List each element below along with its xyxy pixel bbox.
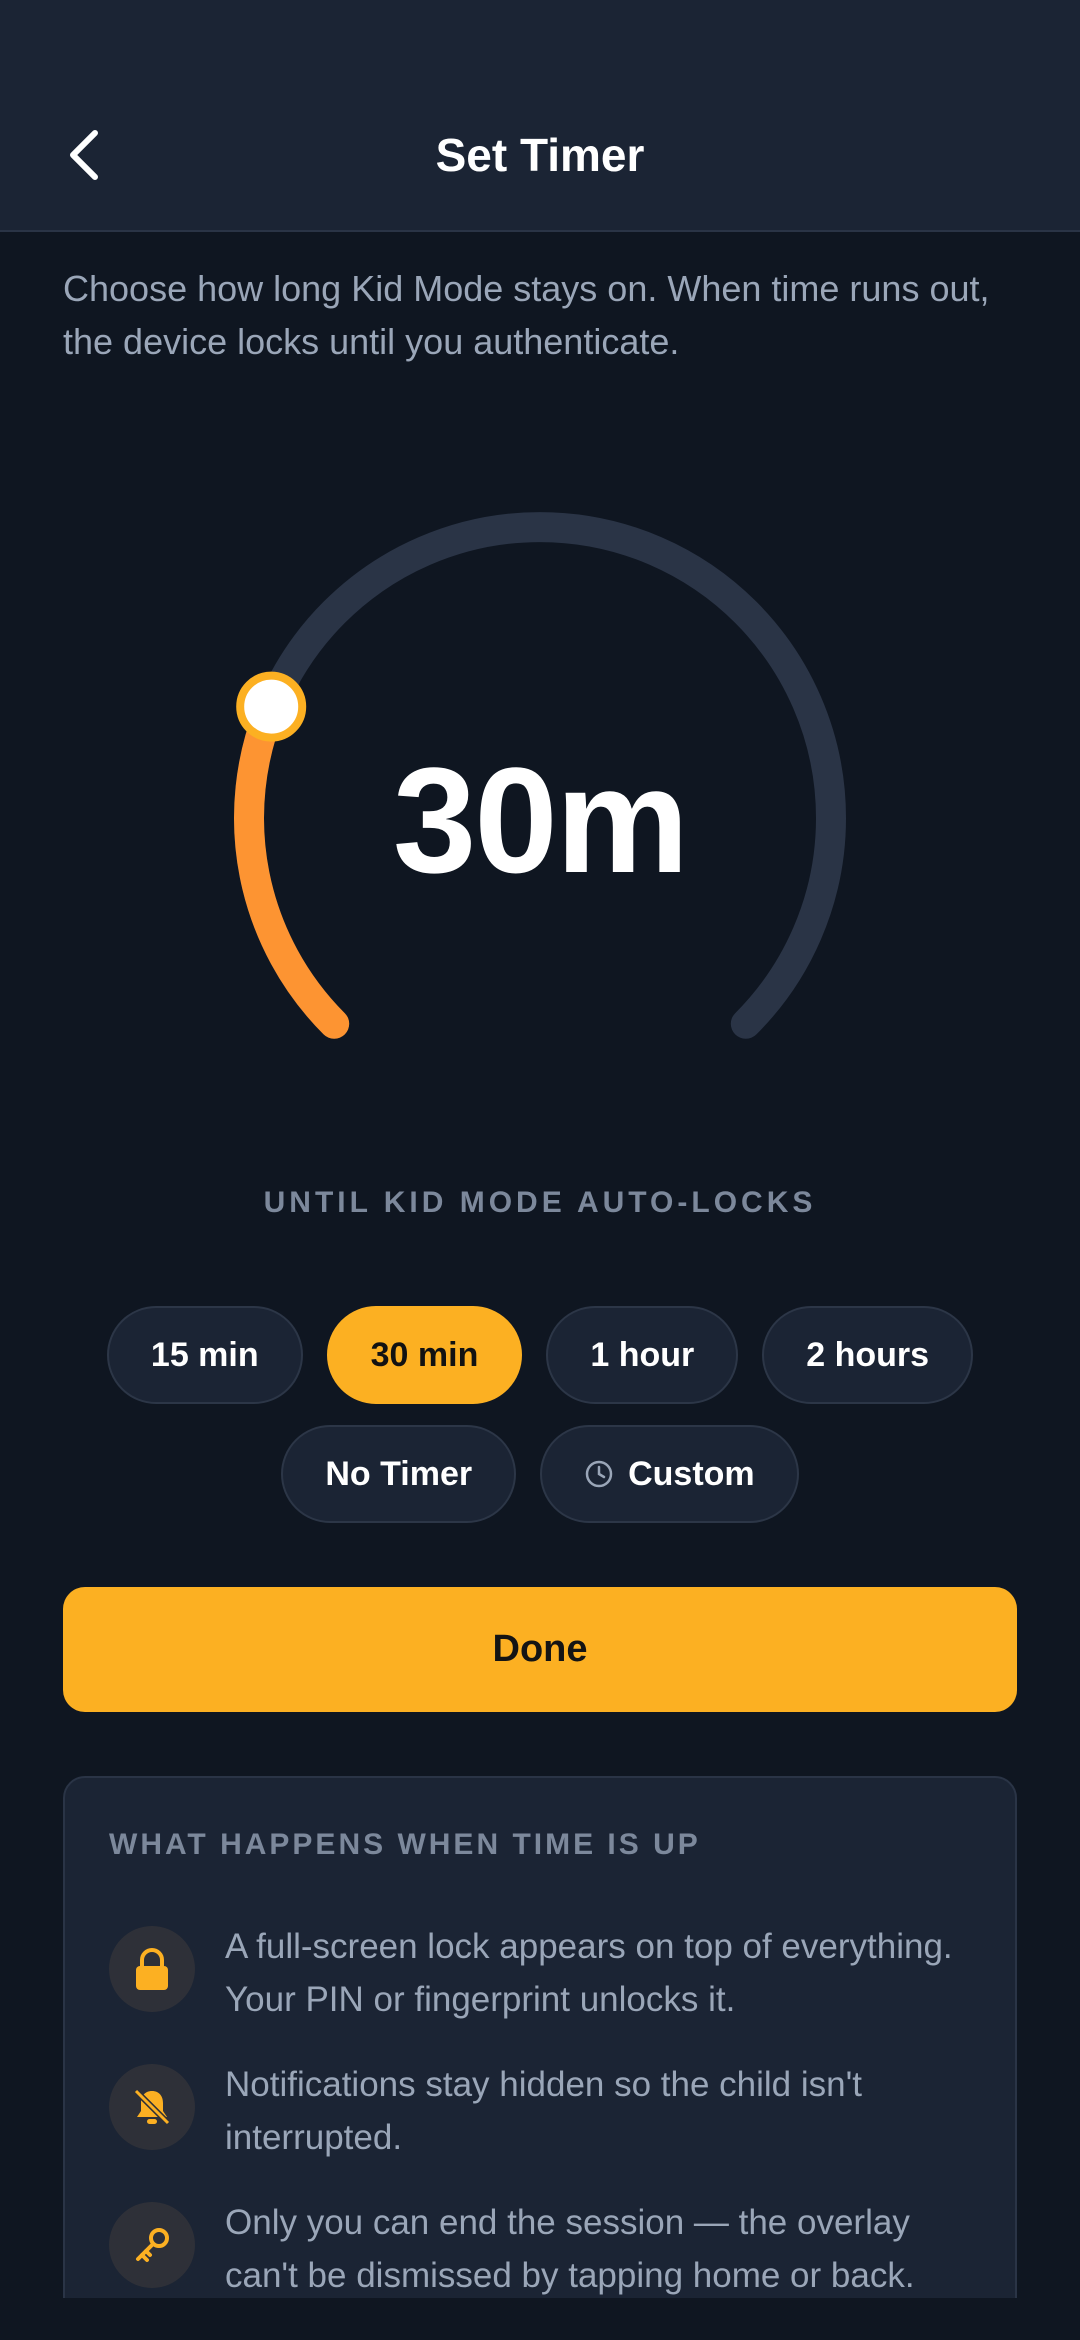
preset-2-hours[interactable]: 2 hours [762, 1306, 974, 1404]
preset-row-1: 15 min 30 min 1 hour 2 hours [0, 1306, 1080, 1404]
key-icon [109, 2202, 195, 2288]
info-item-key: Only you can end the session — the overl… [109, 2196, 989, 2302]
bottom-inset [0, 2298, 1080, 2340]
timer-value: 30m [392, 736, 689, 904]
time-up-info-card: WHAT HAPPENS WHEN TIME IS UP A full-scre… [63, 1776, 1017, 2340]
done-button[interactable]: Done [63, 1587, 1017, 1712]
bell-off-icon [109, 2064, 195, 2150]
preset-label: 1 hour [590, 1335, 695, 1374]
preset-15-min[interactable]: 15 min [106, 1306, 303, 1404]
preset-label: No Timer [325, 1454, 473, 1493]
clock-icon [584, 1459, 614, 1489]
timer-dial[interactable]: 30m [232, 510, 848, 1126]
preset-1-hour[interactable]: 1 hour [546, 1306, 739, 1404]
dial-caption: UNTIL KID MODE AUTO-LOCKS [263, 1186, 817, 1219]
page-title: Set Timer [435, 129, 645, 181]
preset-label: 15 min [150, 1335, 259, 1374]
preset-custom[interactable]: Custom [540, 1425, 799, 1523]
info-item-notifications: Notifications stay hidden so the child i… [109, 2058, 989, 2164]
preset-label: 30 min [370, 1335, 479, 1374]
lock-icon [109, 1926, 195, 2012]
info-text: Notifications stay hidden so the child i… [225, 2065, 863, 2157]
preset-row-2: No Timer Custom [0, 1425, 1080, 1523]
info-text: Only you can end the session — the overl… [225, 2203, 915, 2295]
info-heading: WHAT HAPPENS WHEN TIME IS UP [109, 1828, 701, 1861]
preset-no-timer[interactable]: No Timer [281, 1425, 517, 1523]
info-text: A full-screen lock appears on top of eve… [225, 1927, 953, 2019]
set-timer-screen: Set Timer Choose how long Kid Mode stays… [0, 0, 1080, 2340]
preset-label: Custom [628, 1454, 755, 1493]
done-label: Done [492, 1628, 588, 1670]
preset-label: 2 hours [806, 1335, 930, 1374]
preset-30-min[interactable]: 30 min [326, 1306, 523, 1404]
app-header: Set Timer [0, 0, 1080, 232]
dial-handle[interactable] [236, 671, 307, 742]
info-item-lock: A full-screen lock appears on top of eve… [109, 1920, 989, 2026]
timer-description: Choose how long Kid Mode stays on. When … [63, 268, 990, 362]
